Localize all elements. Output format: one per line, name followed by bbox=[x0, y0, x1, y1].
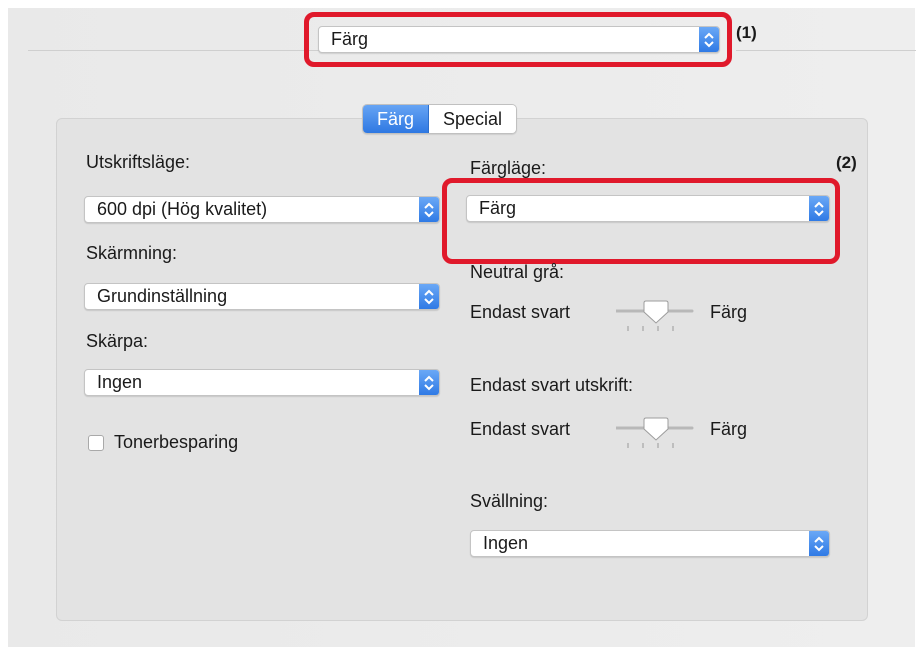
black-only-print-slider[interactable] bbox=[614, 415, 696, 455]
neutral-gray-max-label: Färg bbox=[710, 302, 748, 322]
sharpness-popup[interactable]: Ingen bbox=[84, 369, 440, 396]
black-only-print-label: Endast svart utskrift: bbox=[470, 375, 634, 395]
screening-label: Skärmning: bbox=[86, 243, 178, 263]
callout-label-2: (2) bbox=[836, 153, 857, 172]
neutral-gray-label: Neutral grå: bbox=[470, 262, 565, 282]
tab-farg[interactable]: Färg bbox=[363, 105, 430, 133]
screening-value: Grundinställning bbox=[97, 286, 228, 306]
updown-arrows-icon bbox=[419, 370, 439, 395]
print-mode-label: Utskriftsläge: bbox=[86, 152, 191, 172]
trapping-value: Ingen bbox=[483, 533, 529, 553]
trapping-popup[interactable]: Ingen bbox=[470, 530, 830, 557]
black-only-print-max-label: Färg bbox=[710, 419, 748, 439]
separator-left bbox=[28, 50, 324, 51]
updown-arrows-icon bbox=[809, 531, 829, 556]
toner-save-label: Tonerbesparing bbox=[114, 432, 239, 452]
trapping-label: Svällning: bbox=[470, 491, 549, 511]
callout-label-1: (1) bbox=[736, 23, 757, 42]
print-mode-value: 600 dpi (Hög kvalitet) bbox=[97, 199, 268, 219]
updown-arrows-icon bbox=[419, 197, 439, 222]
color-mode-label: Färgläge: bbox=[470, 158, 547, 178]
tab-bar: Färg Special bbox=[362, 104, 518, 134]
black-only-print-min-label: Endast svart bbox=[470, 419, 571, 439]
callout-box-1 bbox=[304, 12, 732, 67]
print-mode-popup[interactable]: 600 dpi (Hög kvalitet) bbox=[84, 196, 440, 223]
neutral-gray-slider[interactable] bbox=[614, 298, 696, 338]
updown-arrows-icon bbox=[419, 284, 439, 309]
sharpness-label: Skärpa: bbox=[86, 331, 149, 351]
screening-popup[interactable]: Grundinställning bbox=[84, 283, 440, 310]
neutral-gray-min-label: Endast svart bbox=[470, 302, 571, 322]
separator-right bbox=[736, 50, 916, 51]
sharpness-value: Ingen bbox=[97, 372, 143, 392]
tab-special[interactable]: Special bbox=[429, 105, 517, 133]
callout-box-2 bbox=[442, 178, 840, 264]
toner-save-checkbox[interactable] bbox=[88, 435, 104, 451]
